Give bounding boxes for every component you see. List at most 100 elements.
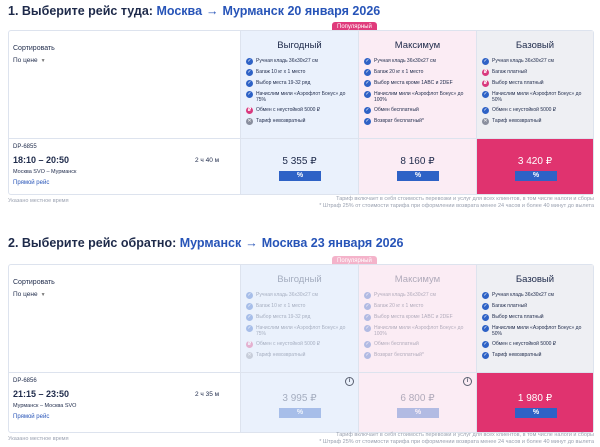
feature-text: Выбор места платный	[492, 314, 544, 320]
sort-control[interactable]: Сортировать По цене ▼	[9, 31, 241, 138]
price-cell-bazovy-selected[interactable]: 1 980 ₽ %	[477, 373, 593, 432]
cross-icon: ✕	[246, 118, 253, 125]
flight-row: DP-6856 21:15 – 23:50 2 ч 35 м Мурманск …	[9, 372, 593, 432]
feature-text: Обмен бесплатный	[374, 107, 419, 113]
check-icon: ✓	[364, 352, 371, 359]
feature-item: ✓ Ручная кладь 36x30x27 см	[364, 58, 472, 65]
feature-item: ✓ Багаж 10 кг х 1 место	[246, 303, 354, 310]
check-icon: ✓	[482, 303, 489, 310]
sort-dropdown[interactable]: По цене ▼	[13, 291, 46, 298]
feature-text: Тариф невозвратный	[256, 352, 306, 358]
price-cell-maksimum[interactable]: i 6 800 ₽ %	[359, 373, 477, 432]
info-icon[interactable]: i	[463, 377, 472, 386]
discount-badge: %	[397, 171, 439, 181]
feature-text: Выбор места 19-32 ряд	[256, 314, 311, 320]
return-to: Москва	[261, 236, 308, 250]
tariff-name: Выгодный	[277, 40, 322, 51]
tariff-column-maksimum[interactable]: Максимум ✓ Ручная кладь 36x30x27 см ✓ Багаж…	[359, 31, 477, 138]
check-icon: ✓	[364, 58, 371, 65]
price: 3 995 ₽	[282, 393, 317, 404]
price: 8 160 ₽	[400, 156, 435, 167]
feature-item: ✓ Багаж платный	[482, 303, 590, 310]
return-route: Мурманск → Москва 23 января 2026	[180, 236, 404, 250]
feature-item: ✕ Тариф невозвратный	[246, 118, 354, 125]
tariff-column-vygodny[interactable]: Выгодный ✓ Ручная кладь 36x30x27 см ✓ Багаж…	[241, 265, 359, 372]
tariff-column-vygodny[interactable]: Выгодный ✓ Ручная кладь 36x30x27 см ✓ Багаж…	[241, 31, 359, 138]
discount-badge: %	[279, 408, 321, 418]
feature-item: ✓ Выбор места 19-32 ряд	[246, 314, 354, 321]
feature-list: ✓ Ручная кладь 36x30x27 см ✓ Багаж 20 кг х …	[364, 292, 472, 363]
feature-item: ₽ Обмен с неустойкой 5000 ₽	[246, 341, 354, 348]
check-icon: ✓	[482, 352, 489, 359]
feature-item: ✓ Обмен с неустойкой 5000 ₽	[482, 107, 590, 114]
outbound-to: Мурманск	[222, 4, 284, 18]
feature-item: ₽ Обмен с неустойкой 5000 ₽	[246, 107, 354, 114]
feature-text: Ручная кладь 36x30x27 см	[374, 58, 436, 64]
check-icon: ✓	[246, 325, 253, 332]
feature-text: Багаж 20 кг х 1 место	[374, 69, 424, 75]
fare-note-line1: Тариф включает в себя стоимость перевозк…	[336, 196, 594, 202]
check-icon: ✓	[364, 325, 371, 332]
check-icon: ✓	[246, 292, 253, 299]
price-cell-bazovy-selected[interactable]: 3 420 ₽ %	[477, 139, 593, 194]
direct-flight-link[interactable]: Прямой рейс	[13, 180, 49, 186]
feature-text: Начислим мили «Аэрофлот Бонус» до 75%	[256, 91, 346, 103]
price: 3 420 ₽	[517, 156, 553, 167]
check-icon: ✓	[364, 91, 371, 98]
sort-dropdown[interactable]: По цене ▼	[13, 57, 46, 64]
ruble-icon: ₽	[246, 341, 253, 348]
feature-item: ₽ Багаж платный	[482, 69, 590, 76]
price-cell-maksimum[interactable]: 8 160 ₽ %	[359, 139, 477, 194]
return-fare-table: Сортировать По цене ▼ Выгодный ✓ Ручная кл…	[8, 264, 594, 433]
sort-control[interactable]: Сортировать По цене ▼	[9, 265, 241, 372]
feature-item: ✓ Тариф невозвратный	[482, 352, 590, 359]
feature-item: ✓ Возврат бесплатный*	[364, 118, 472, 125]
check-icon: ✓	[364, 303, 371, 310]
check-icon: ✓	[482, 91, 489, 98]
tariff-name: Базовый	[515, 274, 555, 285]
feature-text: Багаж платный	[492, 303, 528, 309]
feature-text: Выбор места кроме 1ABC и 2DEF	[374, 314, 453, 320]
feature-item: ✓ Начислим мили «Аэрофлот Бонус» до 75%	[246, 91, 354, 103]
tariff-name: Максимум	[394, 40, 441, 51]
check-icon: ✓	[364, 118, 371, 125]
feature-text: Багаж платный	[492, 69, 528, 75]
discount-badge: %	[279, 171, 321, 181]
feature-item: ✓ Начислим мили «Аэрофлот Бонус» до 100%	[364, 91, 472, 103]
feature-item: ✓ Багаж 10 кг х 1 место	[246, 69, 354, 76]
check-icon: ✓	[246, 314, 253, 321]
cross-icon: ✕	[482, 118, 489, 125]
price: 5 355 ₽	[282, 156, 317, 167]
feature-text: Обмен с неустойкой 5000 ₽	[492, 341, 557, 347]
local-time-note: Указано местное время	[8, 198, 69, 204]
check-icon: ✓	[364, 69, 371, 76]
arrow-right-icon: →	[206, 4, 219, 18]
tariff-name: Выгодный	[277, 274, 322, 285]
feature-list: ✓ Ручная кладь 36x30x27 см ✓ Багаж 10 кг х …	[246, 58, 354, 129]
feature-text: Тариф невозвратный	[492, 352, 542, 358]
tariff-name: Базовый	[515, 40, 555, 51]
tariff-column-bazovy[interactable]: Базовый ✓ Ручная кладь 36x30x27 см ₽ Багаж …	[477, 31, 593, 138]
tariff-column-maksimum[interactable]: Максимум ✓ Ручная кладь 36x30x27 см ✓ Багаж…	[359, 265, 477, 372]
check-icon: ✓	[364, 292, 371, 299]
feature-list: ✓ Ручная кладь 36x30x27 см ₽ Багаж платный ₽…	[482, 58, 590, 129]
check-icon: ✓	[246, 69, 253, 76]
check-icon: ✓	[364, 80, 371, 87]
price: 1 980 ₽	[517, 393, 553, 404]
flight-time: 21:15 – 23:50	[13, 389, 70, 399]
flight-code: DP-6856	[13, 378, 37, 384]
outbound-from: Москва	[156, 4, 203, 18]
feature-text: Багаж 20 кг х 1 место	[374, 303, 424, 309]
fare-note: Тариф включает в себя стоимость перевозк…	[319, 432, 594, 446]
check-icon: ✓	[482, 107, 489, 114]
fare-note-line2: * Штраф 25% от стоимости тарифа при офор…	[319, 439, 594, 445]
sort-value: По цене	[13, 57, 38, 64]
outbound-title-prefix: 1. Выберите рейс туда:	[8, 4, 153, 18]
info-icon[interactable]: i	[345, 377, 354, 386]
feature-text: Ручная кладь 36x30x27 см	[256, 58, 318, 64]
direct-flight-link[interactable]: Прямой рейс	[13, 414, 49, 420]
tariff-column-bazovy[interactable]: Базовый ✓ Ручная кладь 36x30x27 см ✓ Багаж …	[477, 265, 593, 372]
flight-row: DP-6855 18:10 – 20:50 2 ч 40 м Москва SV…	[9, 138, 593, 194]
price-cell-vygodny[interactable]: i 3 995 ₽ %	[241, 373, 359, 432]
price-cell-vygodny[interactable]: 5 355 ₽ %	[241, 139, 359, 194]
